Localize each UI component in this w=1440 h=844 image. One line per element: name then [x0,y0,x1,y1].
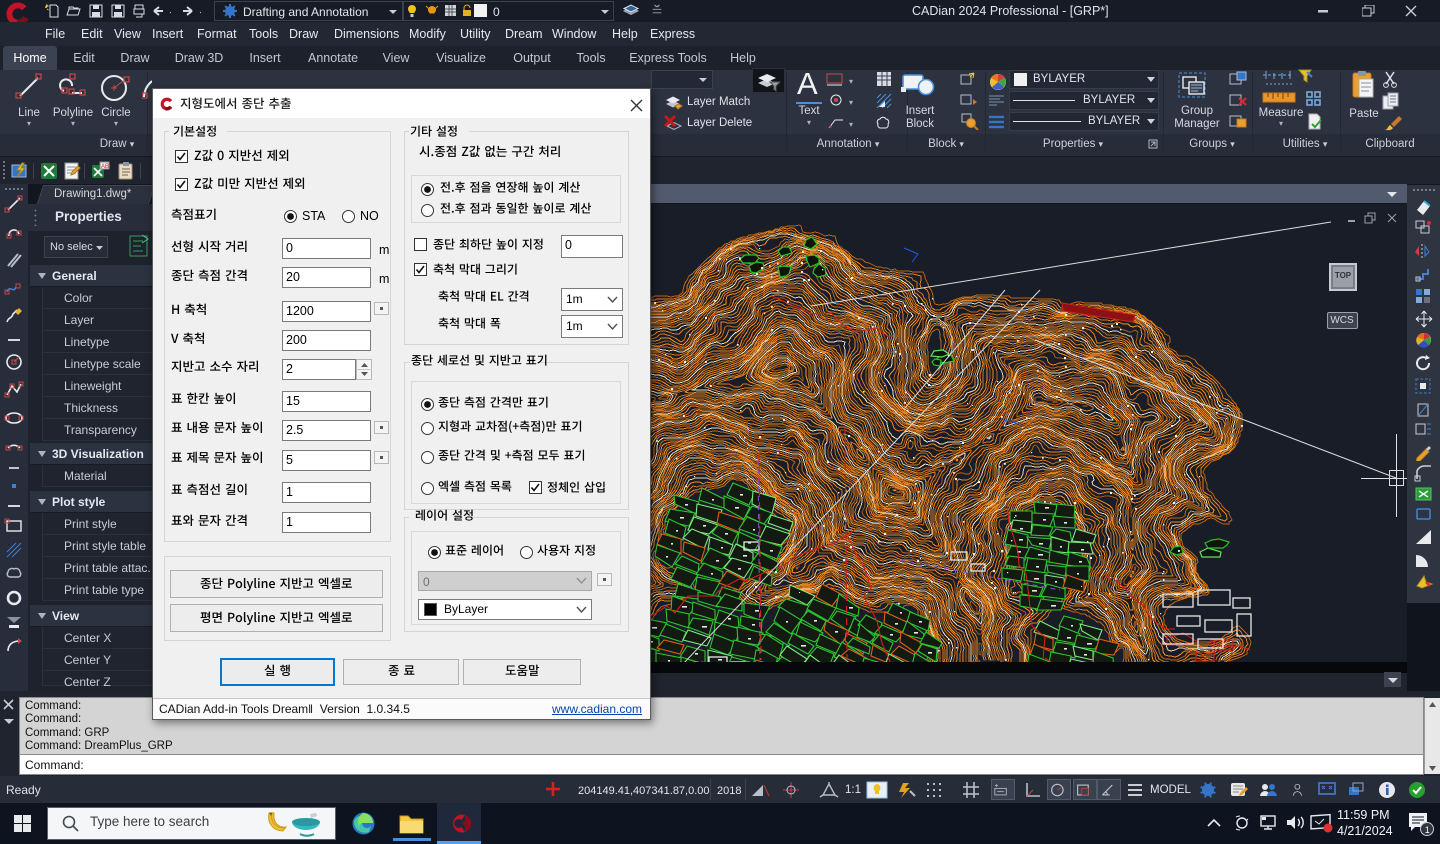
svg-text:1: 1 [1425,825,1430,835]
svg-text:ABC: ABC [101,164,110,170]
